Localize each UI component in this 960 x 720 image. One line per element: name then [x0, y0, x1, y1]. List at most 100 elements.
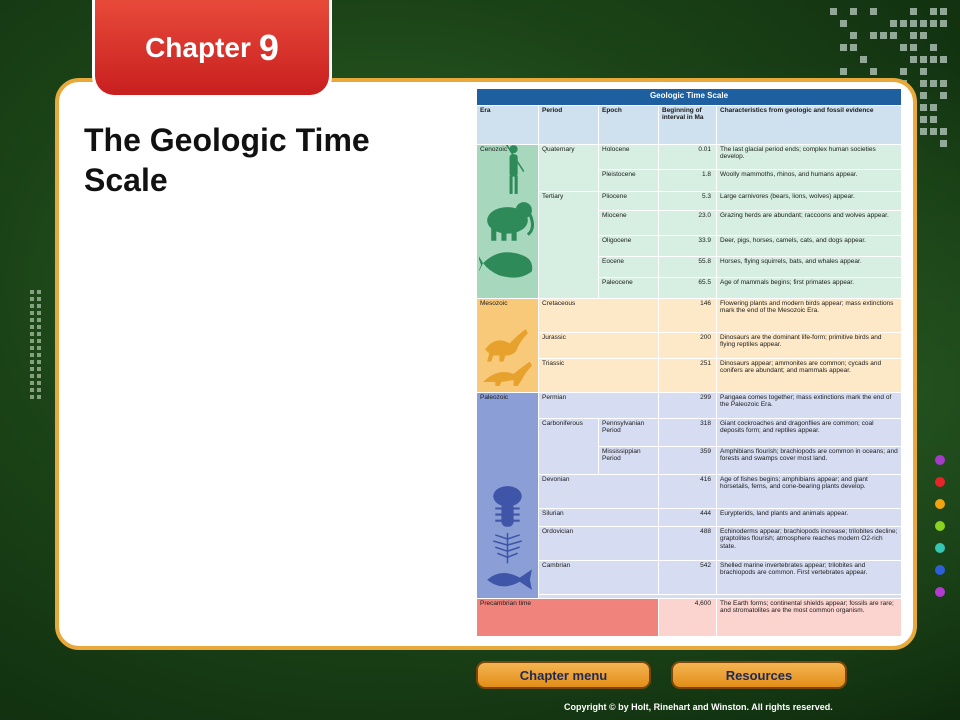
left-dot: [37, 395, 41, 399]
grid-square: [930, 128, 937, 135]
description-cell: Dinosaurs are the dominant life-form; pr…: [717, 333, 902, 359]
grid-square: [900, 20, 907, 27]
chapter-word: Chapter: [145, 32, 251, 64]
grid-square: [930, 116, 937, 123]
grid-square: [920, 32, 927, 39]
ma-cell: 318: [659, 419, 717, 447]
epoch-cell: Paleocene: [599, 278, 659, 299]
left-dot: [30, 367, 34, 371]
description-cell: The Earth forms; continental shields app…: [717, 599, 902, 637]
chapter-menu-button[interactable]: Chapter menu: [476, 661, 651, 689]
period-tertiary: Tertiary: [539, 192, 599, 299]
grid-square: [870, 68, 877, 75]
ma-cell: 4,600: [659, 599, 717, 637]
description-cell: Grazing herds are abundant; raccoons and…: [717, 211, 902, 236]
era-precambrian: Precambrian time: [477, 599, 659, 637]
left-dot: [37, 360, 41, 364]
grid-square: [870, 32, 877, 39]
left-dot: [37, 318, 41, 322]
left-dot: [37, 339, 41, 343]
ma-cell: 359: [659, 447, 717, 475]
grid-square: [850, 8, 857, 15]
human-silhouette-icon: [505, 145, 523, 195]
description-cell: Dinosaurs appear; ammonites are common; …: [717, 359, 902, 393]
left-dot: [37, 304, 41, 308]
grid-square: [920, 104, 927, 111]
epoch-cell: Pleistocene: [599, 170, 659, 192]
geologic-time-scale-table: Geologic Time Scale Era Period Epoch Beg…: [476, 88, 902, 637]
resources-button[interactable]: Resources: [671, 661, 847, 689]
left-dot: [37, 367, 41, 371]
grid-square: [920, 116, 927, 123]
period-permian: Permian: [539, 393, 659, 419]
grid-square: [850, 32, 857, 39]
period-cambrian: Cambrian: [539, 561, 659, 595]
left-dot: [30, 374, 34, 378]
grid-square: [940, 8, 947, 15]
grid-square: [840, 44, 847, 51]
left-dot: [30, 311, 34, 315]
epoch-cell: Oligocene: [599, 236, 659, 257]
grid-square: [940, 128, 947, 135]
ma-cell: 0.01: [659, 145, 717, 170]
grid-square: [840, 20, 847, 27]
description-cell: Giant cockroaches and dragonflies are co…: [717, 419, 902, 447]
description-cell: The last glacial period ends; complex hu…: [717, 145, 902, 170]
grid-square: [920, 92, 927, 99]
mesozoic-fossil-art: [479, 325, 536, 388]
era-cenozoic: Cenozoic: [477, 145, 539, 299]
grid-square: [930, 56, 937, 63]
mammoth-icon: [487, 202, 532, 241]
color-dot: [935, 499, 945, 509]
period-cretaceous: Cretaceous: [539, 299, 659, 333]
grid-square: [910, 8, 917, 15]
left-dot: [37, 297, 41, 301]
grid-square: [910, 44, 917, 51]
period-quaternary: Quaternary: [539, 145, 599, 192]
header-beginning: Beginning of interval in Ma: [659, 106, 717, 145]
whale-icon: [479, 253, 532, 278]
description-cell: Large carnivores (bears, lions, wolves) …: [717, 192, 902, 211]
left-dot: [30, 395, 34, 399]
grid-square: [860, 56, 867, 63]
era-label: Paleozoic: [480, 394, 535, 401]
epoch-cell: Eocene: [599, 257, 659, 278]
description-cell: Amphibians flourish; brachiopods are com…: [717, 447, 902, 475]
period-silurian: Silurian: [539, 509, 659, 527]
grid-square: [920, 80, 927, 87]
left-dot-decoration: [30, 290, 46, 400]
left-dot: [30, 339, 34, 343]
trilobite-icon: [493, 486, 521, 527]
description-cell: Shelled marine invertebrates appear; tri…: [717, 561, 902, 595]
fish-icon: [487, 570, 532, 590]
description-cell: Flowering plants and modern birds appear…: [717, 299, 902, 333]
description-cell: Eurypterids, land plants and animals app…: [717, 509, 902, 527]
ma-cell: 200: [659, 333, 717, 359]
left-dot: [30, 325, 34, 329]
epoch-cell: Holocene: [599, 145, 659, 170]
left-dot: [30, 304, 34, 308]
geologic-time-scale-figure: Geologic Time Scale Era Period Epoch Beg…: [476, 88, 902, 637]
header-characteristics: Characteristics from geologic and fossil…: [717, 106, 902, 145]
color-dot-decoration: [935, 455, 947, 605]
period-triassic: Triassic: [539, 359, 659, 393]
left-dot: [37, 381, 41, 385]
ma-cell: 1.8: [659, 170, 717, 192]
epoch-cell: Pennsylvanian Period: [599, 419, 659, 447]
fern-fossil-icon: [493, 533, 521, 564]
header-era: Era: [477, 106, 539, 145]
grid-square: [890, 20, 897, 27]
ma-cell: 299: [659, 393, 717, 419]
chapter-tab: Chapter 9: [92, 0, 332, 98]
ma-cell: 5.3: [659, 192, 717, 211]
left-dot: [37, 311, 41, 315]
left-dot: [30, 381, 34, 385]
left-dot: [30, 297, 34, 301]
description-cell: Age of mammals begins; first primates ap…: [717, 278, 902, 299]
ma-cell: 65.5: [659, 278, 717, 299]
color-dot: [935, 455, 945, 465]
ma-cell: 55.8: [659, 257, 717, 278]
left-dot: [30, 353, 34, 357]
left-dot: [37, 325, 41, 329]
grid-square: [850, 44, 857, 51]
